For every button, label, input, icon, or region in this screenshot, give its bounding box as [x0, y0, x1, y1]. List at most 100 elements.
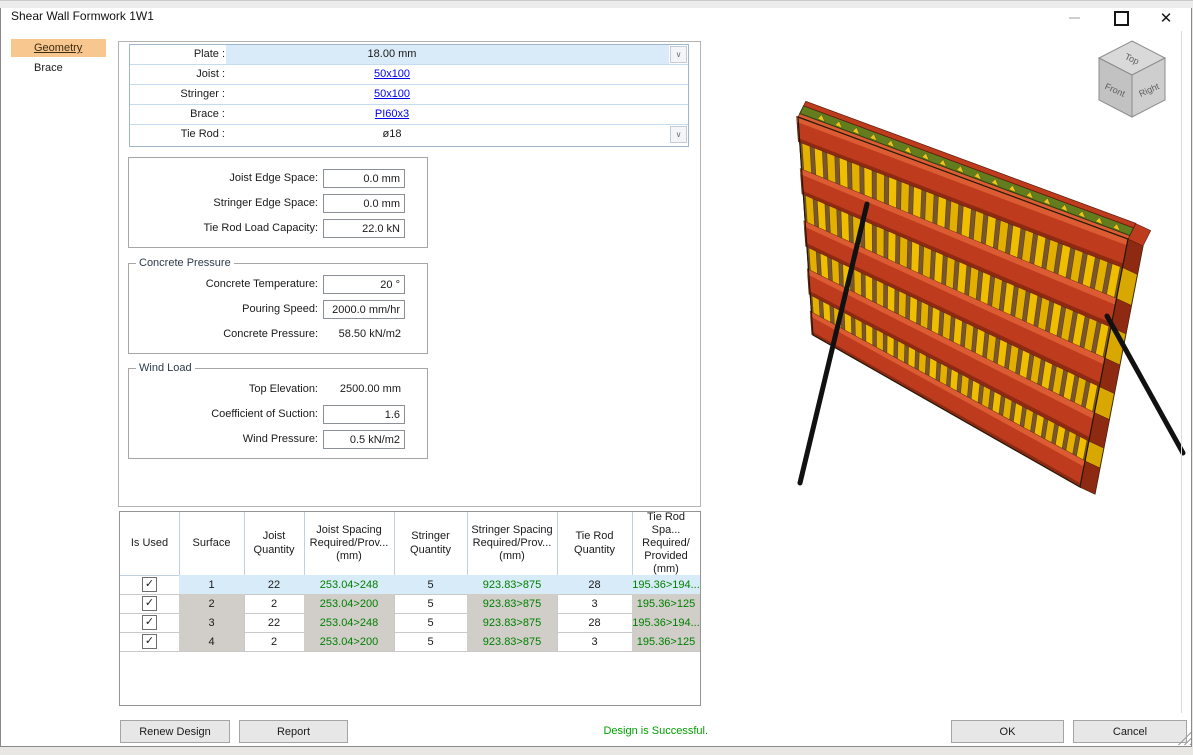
- is-used-cell: ✓: [120, 613, 180, 633]
- property-row-stringer: Stringer : 50x100: [130, 85, 688, 105]
- window-title: Shear Wall Formwork 1W1: [11, 9, 154, 23]
- surface-cell: 3: [179, 613, 245, 633]
- tierod-spacing-cell: 195.36>194...: [632, 575, 700, 595]
- surface-cell: 1: [179, 575, 245, 595]
- component-property-grid: Plate : 18.00 mm ∨ Joist : 50x100 String…: [129, 44, 689, 147]
- background-app-strip: [0, 0, 1193, 8]
- stringer-qty-cell: 5: [394, 575, 468, 595]
- is-used-checkbox[interactable]: ✓: [142, 577, 157, 592]
- brace-link[interactable]: PI60x3: [310, 105, 474, 124]
- wind-load-group: Wind Load Top Elevation: 2500.00 mm Coef…: [128, 368, 428, 459]
- wind-pressure-label: Wind Pressure:: [129, 430, 318, 449]
- joist-edge-space-input[interactable]: [323, 169, 405, 188]
- plate-dropdown-button[interactable]: ∨: [670, 46, 687, 63]
- tierod-dropdown-button[interactable]: ∨: [670, 126, 687, 143]
- stringer-qty-cell: 5: [394, 594, 468, 614]
- minimize-icon: [1069, 17, 1080, 19]
- joist-qty-cell: 22: [244, 613, 305, 633]
- stringer-qty-cell: 5: [394, 632, 468, 652]
- sidebar-item-geometry[interactable]: Geometry: [11, 39, 106, 57]
- tierod-qty-cell: 28: [557, 575, 633, 595]
- top-elevation-label: Top Elevation:: [129, 380, 318, 399]
- is-used-checkbox[interactable]: ✓: [142, 615, 157, 630]
- column-header-tierod-spacing[interactable]: Tie Rod Spa... Required/ Provided (mm): [632, 512, 700, 576]
- stringer-edge-space-input[interactable]: [323, 194, 405, 213]
- coefficient-of-suction-input[interactable]: [323, 405, 405, 424]
- wind-load-group-title: Wind Load: [136, 362, 195, 374]
- is-used-cell: ✓: [120, 575, 180, 595]
- is-used-checkbox[interactable]: ✓: [142, 596, 157, 611]
- tierod-value[interactable]: ø18: [310, 125, 474, 144]
- concrete-temperature-label: Concrete Temperature:: [129, 275, 318, 294]
- tierod-load-capacity-input[interactable]: [323, 219, 405, 238]
- tierod-qty-cell: 3: [557, 632, 633, 652]
- stringer-spacing-cell: 923.83>875: [467, 613, 558, 633]
- joist-spacing-cell: 253.04>200: [304, 632, 395, 652]
- joist-spacing-cell: 253.04>200: [304, 594, 395, 614]
- pouring-speed-input[interactable]: [323, 300, 405, 319]
- concrete-pressure-group: Concrete Pressure Concrete Temperature: …: [128, 263, 428, 354]
- tierod-qty-cell: 3: [557, 594, 633, 614]
- joist-qty-cell: 2: [244, 594, 305, 614]
- coefficient-of-suction-label: Coefficient of Suction:: [129, 405, 318, 424]
- joist-qty-cell: 22: [244, 575, 305, 595]
- column-header-stringer-spacing[interactable]: Stringer Spacing Required/Prov... (mm): [467, 512, 558, 576]
- concrete-pressure-label: Concrete Pressure:: [129, 325, 318, 344]
- concrete-temperature-input[interactable]: [323, 275, 405, 294]
- concrete-pressure-group-title: Concrete Pressure: [136, 257, 234, 269]
- is-used-cell: ✓: [120, 632, 180, 652]
- minimize-button[interactable]: [1059, 7, 1089, 29]
- joist-spacing-cell: 253.04>248: [304, 613, 395, 633]
- pouring-speed-label: Pouring Speed:: [129, 300, 318, 319]
- surface-cell: 4: [179, 632, 245, 652]
- brace-label: Brace :: [130, 105, 225, 124]
- maximize-icon: [1114, 11, 1129, 26]
- column-header-tierod-quantity[interactable]: Tie Rod Quantity: [557, 512, 633, 576]
- sidebar-item-brace[interactable]: Brace: [11, 59, 106, 77]
- tierod-label: Tie Rod :: [130, 125, 225, 144]
- plate-value[interactable]: 18.00 mm: [310, 45, 474, 64]
- shear-wall-formwork-dialog: Top Front Right Shear Wall Formwork 1W1 …: [0, 0, 1192, 747]
- stringer-spacing-cell: 923.83>875: [467, 632, 558, 652]
- plate-label: Plate :: [130, 45, 225, 64]
- stringer-edge-space-label: Stringer Edge Space:: [129, 194, 318, 213]
- column-header-is-used[interactable]: Is Used: [120, 512, 180, 576]
- view-cube[interactable]: Top Front Right: [1099, 41, 1165, 117]
- stringer-label: Stringer :: [130, 85, 225, 104]
- viewport-right-divider: [1181, 31, 1182, 713]
- joist-edge-space-label: Joist Edge Space:: [129, 169, 318, 188]
- is-used-cell: ✓: [120, 594, 180, 614]
- report-button[interactable]: Report: [239, 720, 348, 743]
- column-header-joist-spacing[interactable]: Joist Spacing Required/Prov... (mm): [304, 512, 395, 576]
- brace-member[interactable]: [1107, 316, 1183, 453]
- joist-link[interactable]: 50x100: [310, 65, 474, 84]
- cancel-button[interactable]: Cancel: [1073, 720, 1187, 743]
- column-header-stringer-quantity[interactable]: Stringer Quantity: [394, 512, 468, 576]
- ok-button[interactable]: OK: [951, 720, 1064, 743]
- tierod-spacing-cell: 195.36>194...: [632, 613, 700, 633]
- property-row-plate: Plate : 18.00 mm ∨: [130, 45, 688, 65]
- is-used-checkbox[interactable]: ✓: [142, 634, 157, 649]
- close-icon: ✕: [1160, 9, 1173, 27]
- joist-qty-cell: 2: [244, 632, 305, 652]
- close-button[interactable]: ✕: [1151, 7, 1181, 29]
- formwork-3d-model: [797, 101, 1183, 494]
- renew-design-button[interactable]: Renew Design: [120, 720, 230, 743]
- maximize-button[interactable]: [1106, 7, 1136, 29]
- top-elevation-value: 2500.00 mm: [323, 380, 401, 399]
- tierod-qty-cell: 28: [557, 613, 633, 633]
- tierod-spacing-cell: 195.36>125: [632, 594, 700, 614]
- status-message: Design is Successful.: [491, 725, 708, 737]
- wind-pressure-input[interactable]: [323, 430, 405, 449]
- design-results-table: Is Used Surface Joist Quantity Joist Spa…: [119, 511, 701, 706]
- stringer-qty-cell: 5: [394, 613, 468, 633]
- property-row-brace: Brace : PI60x3: [130, 105, 688, 125]
- column-header-surface[interactable]: Surface: [179, 512, 245, 576]
- surface-cell: 2: [179, 594, 245, 614]
- joist-label: Joist :: [130, 65, 225, 84]
- column-header-joist-quantity[interactable]: Joist Quantity: [244, 512, 305, 576]
- stringer-link[interactable]: 50x100: [310, 85, 474, 104]
- chevron-down-icon: ∨: [676, 130, 682, 139]
- property-row-tierod: Tie Rod : ø18 ∨: [130, 125, 688, 145]
- stringer-spacing-cell: 923.83>875: [467, 594, 558, 614]
